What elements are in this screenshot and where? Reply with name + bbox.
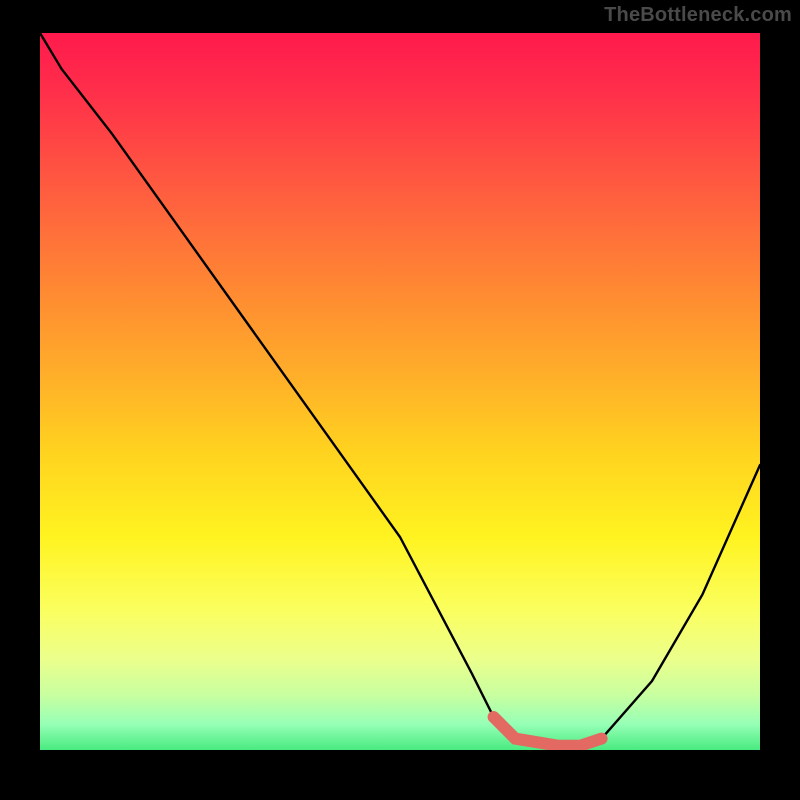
plot-area [40, 33, 760, 753]
curve-layer [40, 33, 760, 753]
highlight-segment [494, 717, 602, 746]
attribution-text: TheBottleneck.com [604, 4, 792, 27]
chart-frame: TheBottleneck.com [0, 0, 800, 800]
main-curve [40, 33, 760, 746]
baseline [40, 750, 760, 753]
